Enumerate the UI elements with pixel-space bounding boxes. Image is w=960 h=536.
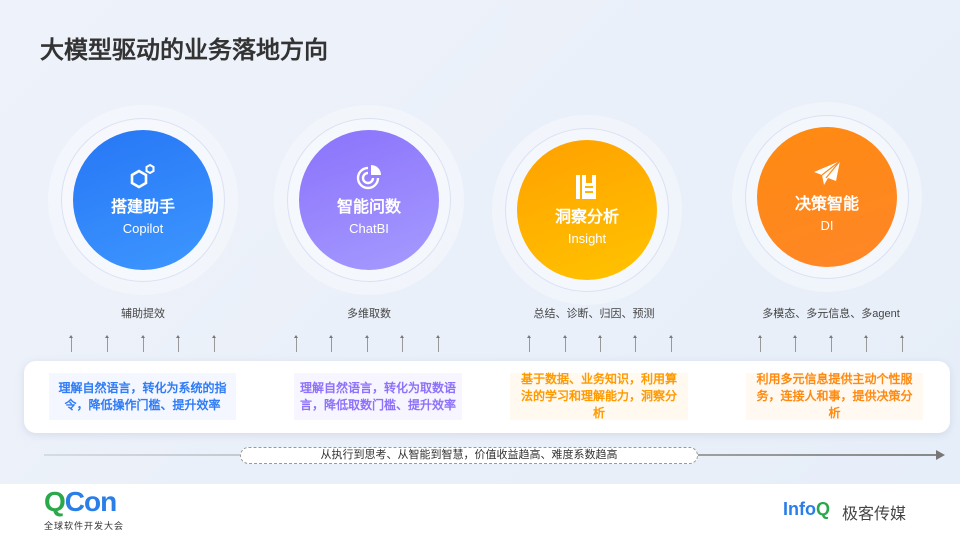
direction-label: 多模态、多元信息、多agent: [762, 308, 900, 320]
progress-caption: 从执行到思考、从智能到智慧，价值收益趋高、难度系数趋高: [240, 447, 698, 464]
direction-description: 基于数据、业务知识，利用算法的学习和理解能力，洞察分析: [510, 372, 688, 420]
notebook-icon: [576, 175, 596, 199]
direction-subtitle: ChatBI: [349, 221, 389, 236]
direction-chatbi: 智能问数 ChatBI: [299, 130, 439, 270]
direction-description: 理解自然语言，转化为系统的指令，降低操作门槛、提升效率: [49, 373, 236, 420]
direction-subtitle: Copilot: [122, 221, 164, 236]
page-title: 大模型驱动的业务落地方向: [40, 37, 328, 64]
direction-di: 决策智能 DI: [757, 127, 897, 267]
direction-copilot: 搭建助手 Copilot: [73, 130, 213, 270]
direction-label: 多维取数: [347, 308, 391, 320]
direction-title: 智能问数: [336, 199, 401, 216]
pie-chart-icon: [356, 165, 381, 190]
hexagon-icon: [130, 163, 155, 189]
geekbang-label: 极客传媒: [842, 506, 907, 523]
direction-insight: 洞察分析 Insight: [517, 140, 657, 280]
direction-description: 理解自然语言，转化为取数语言，降低取数门槛、提升效率: [294, 373, 462, 420]
direction-label: 辅助提效: [121, 308, 165, 320]
arrow-head-icon: [936, 450, 945, 460]
direction-description: 利用多元信息提供主动个性服务，连接人和事，提供决策分析: [746, 372, 923, 420]
direction-title: 搭建助手: [110, 199, 175, 216]
direction-title: 决策智能: [794, 196, 859, 213]
qcon-subtitle: 全球软件开发大会: [44, 521, 125, 531]
direction-label: 总结、诊断、归因、预测: [533, 308, 655, 320]
qcon-logo: QCon: [44, 486, 117, 517]
paper-plane-icon: [814, 160, 841, 185]
direction-title: 洞察分析: [554, 209, 619, 226]
infoq-logo: InfoQ: [783, 499, 831, 519]
direction-subtitle: Insight: [567, 231, 607, 246]
direction-subtitle: DI: [820, 218, 834, 233]
